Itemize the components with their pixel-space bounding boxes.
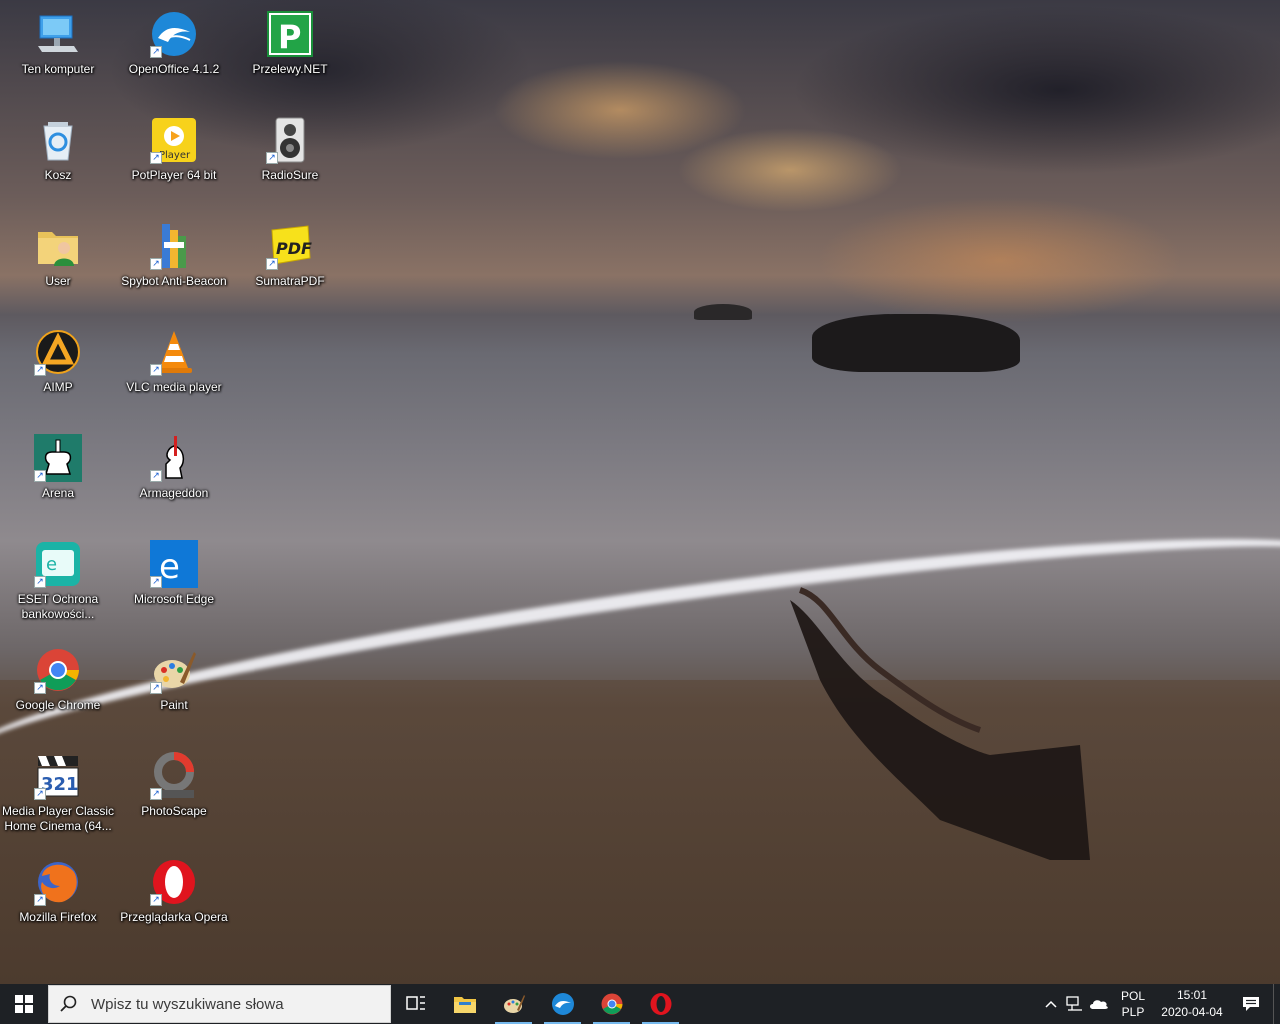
desktop-icon-sumatrapdf[interactable]: PDF ↗ SumatraPDF: [232, 216, 348, 316]
taskbar-paint[interactable]: [489, 984, 538, 1024]
task-view-icon: [405, 996, 425, 1010]
vlc-icon: ↗: [150, 328, 198, 376]
taskbar-openoffice[interactable]: [538, 984, 587, 1024]
desktop-icon-eset[interactable]: e ↗ ESET Ochrona bankowości...: [0, 534, 116, 634]
onedrive-cloud-icon[interactable]: [1087, 998, 1111, 1010]
search-input[interactable]: [89, 994, 383, 1014]
chrome-icon: ↗: [34, 646, 82, 694]
clock[interactable]: 15:01 2020-04-04: [1155, 987, 1229, 1021]
svg-text:PDF: PDF: [276, 239, 312, 258]
keyboard-layout-code: PLP: [1121, 1005, 1145, 1019]
computer-icon: [34, 10, 82, 58]
shortcut-arrow-icon: ↗: [150, 152, 162, 164]
openoffice-icon: ↗: [150, 10, 198, 58]
shortcut-arrow-icon: ↗: [150, 894, 162, 906]
network-icon[interactable]: [1063, 996, 1087, 1012]
taskbar-file-explorer[interactable]: [440, 984, 489, 1024]
taskbar-opera[interactable]: [636, 984, 685, 1024]
task-view-button[interactable]: [391, 984, 440, 1024]
svg-text:e: e: [46, 554, 57, 575]
desktop-icon-paint[interactable]: ↗ Paint: [116, 640, 232, 740]
desktop-icon-vlc[interactable]: ↗ VLC media player: [116, 322, 232, 422]
shortcut-arrow-icon: ↗: [150, 46, 162, 58]
action-center-button[interactable]: [1229, 996, 1273, 1012]
shortcut-arrow-icon: ↗: [150, 788, 162, 800]
desktop-icon-google-chrome[interactable]: ↗ Google Chrome: [0, 640, 116, 740]
desktop-icon-user[interactable]: User: [0, 216, 116, 316]
shortcut-arrow-icon: ↗: [34, 894, 46, 906]
eset-icon: e ↗: [34, 540, 82, 588]
desktop-icon-photoscape[interactable]: ↗ PhotoScape: [116, 746, 232, 846]
shortcut-arrow-icon: ↗: [34, 364, 46, 376]
shortcut-arrow-icon: ↗: [34, 576, 46, 588]
svg-text:Player: Player: [159, 150, 191, 161]
shortcut-arrow-icon: ↗: [266, 152, 278, 164]
desktop-icon-mozilla-firefox[interactable]: ↗ Mozilla Firefox: [0, 852, 116, 952]
folder-icon: [453, 997, 476, 1013]
show-desktop-button[interactable]: [1273, 984, 1280, 1024]
paint-icon: ↗: [150, 646, 198, 694]
notification-icon: [1243, 997, 1259, 1011]
recycle-bin-icon: [34, 116, 82, 164]
shortcut-arrow-icon: ↗: [150, 682, 162, 694]
shortcut-arrow-icon: ↗: [150, 576, 162, 588]
shortcut-arrow-icon: ↗: [34, 470, 46, 482]
desktop-icon-armageddon[interactable]: ↗ Armageddon: [116, 428, 232, 528]
taskbar-search-box[interactable]: [48, 985, 391, 1023]
desktop-icon-opera[interactable]: ↗ Przeglądarka Opera: [116, 852, 232, 952]
opera-icon: ↗: [150, 858, 198, 906]
edge-icon: e ↗: [150, 540, 198, 588]
armageddon-icon: ↗: [150, 434, 198, 482]
desktop-icon-mpc-hc[interactable]: 321 ↗ Media Player Classic Home Cinema (…: [0, 746, 116, 846]
shortcut-arrow-icon: ↗: [34, 788, 46, 800]
potplayer-icon: Player ↗: [150, 116, 198, 164]
mpc-hc-icon: 321 ↗: [34, 752, 82, 800]
svg-text:321: 321: [41, 774, 79, 795]
chrome-icon: [601, 993, 622, 1015]
shortcut-arrow-icon: ↗: [150, 470, 162, 482]
shortcut-arrow-icon: ↗: [150, 258, 162, 270]
taskbar-chrome[interactable]: [587, 984, 636, 1024]
user-folder-icon: [34, 222, 82, 270]
search-icon: [49, 995, 89, 1013]
spybot-icon: ↗: [150, 222, 198, 270]
wallpaper-distant-rock: [694, 304, 752, 320]
shortcut-arrow-icon: ↗: [266, 258, 278, 270]
svg-text:P: P: [278, 18, 301, 56]
clock-time: 15:01: [1176, 988, 1208, 1002]
przelewy-icon: P: [266, 10, 314, 58]
sumatrapdf-icon: PDF ↗: [266, 222, 314, 270]
aimp-icon: ↗: [34, 328, 82, 376]
start-button[interactable]: [0, 984, 48, 1024]
input-language-indicator[interactable]: POL PLP: [1111, 988, 1155, 1020]
paint-icon: [503, 995, 525, 1013]
arena-chess-icon: ↗: [34, 434, 82, 482]
desktop-icon-potplayer[interactable]: Player ↗ PotPlayer 64 bit: [116, 110, 232, 210]
radiosure-icon: ↗: [266, 116, 314, 164]
openoffice-icon: [551, 993, 574, 1015]
clock-date: 2020-04-04: [1161, 1005, 1223, 1019]
wallpaper-kelp: [790, 587, 1090, 860]
desktop-icon-spybot[interactable]: ↗ Spybot Anti-Beacon: [116, 216, 232, 316]
language-code: POL: [1120, 989, 1145, 1003]
firefox-icon: ↗: [34, 858, 82, 906]
system-tray: POL PLP 15:01 2020-04-04: [1039, 984, 1280, 1024]
desktop-icon-aimp[interactable]: ↗ AIMP: [0, 322, 116, 422]
opera-icon: [650, 993, 671, 1015]
desktop-icon-openoffice[interactable]: ↗ OpenOffice 4.1.2: [116, 4, 232, 104]
desktop-icon-arena[interactable]: ↗ Arena: [0, 428, 116, 528]
desktop-icon-radiosure[interactable]: ↗ RadioSure: [232, 110, 348, 210]
shortcut-arrow-icon: ↗: [150, 364, 162, 376]
wallpaper-rock: [812, 314, 1020, 372]
windows-logo-icon: [15, 995, 33, 1013]
svg-text:e: e: [159, 547, 180, 587]
show-hidden-icons-chevron-up-icon[interactable]: [1039, 1000, 1063, 1008]
shortcut-arrow-icon: ↗: [34, 682, 46, 694]
taskbar: POL PLP 15:01 2020-04-04: [0, 984, 1280, 1024]
photoscape-icon: ↗: [150, 752, 198, 800]
desktop-icon-przelewy[interactable]: P Przelewy.NET: [232, 4, 348, 104]
desktop-icon-microsoft-edge[interactable]: e ↗ Microsoft Edge: [116, 534, 232, 634]
desktop-icon-ten-komputer[interactable]: Ten komputer: [0, 4, 116, 104]
desktop-icon-kosz[interactable]: Kosz: [0, 110, 116, 210]
